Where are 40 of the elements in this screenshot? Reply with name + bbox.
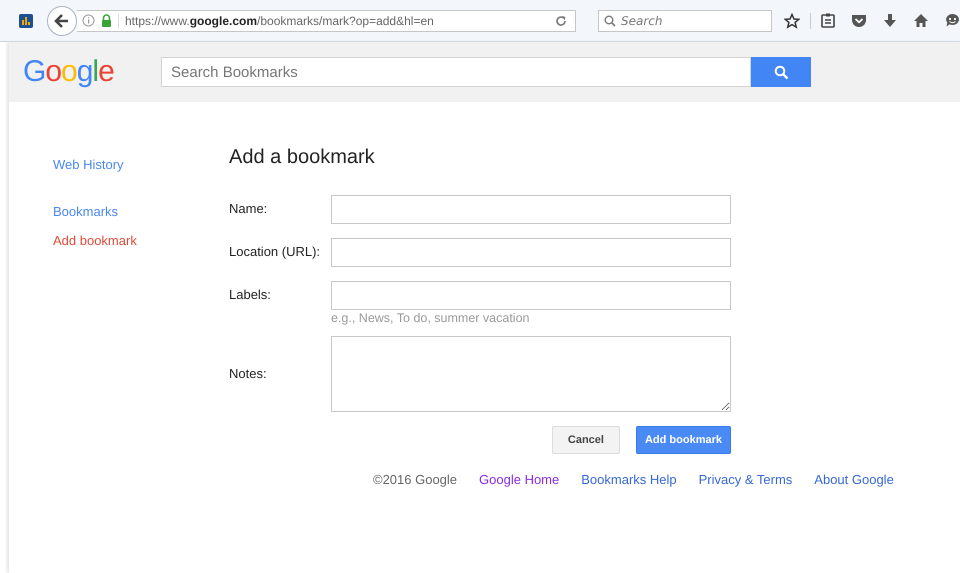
footer-link[interactable]: Google Home [479,472,560,487]
footer-link[interactable]: About Google [814,472,894,487]
download-icon[interactable] [883,13,897,28]
app-icon[interactable] [19,14,33,28]
field-label: Labels: [229,286,272,304]
field-label: Name: [229,200,268,218]
url-text: https://www.google.com/bookmarks/mark?op=add&hl=en [118,14,549,28]
footer-link[interactable]: Bookmarks Help [581,472,677,487]
input-field[interactable] [331,238,731,267]
input-field[interactable] [331,281,731,310]
home-icon[interactable] [913,13,929,28]
sidebar-link[interactable]: Web History [53,157,124,172]
field-label: Location (URL): [229,243,322,261]
reading-list-icon[interactable] [821,13,835,28]
back-arrow-icon [54,12,70,28]
reload-icon[interactable] [555,14,567,26]
search-icon [604,14,616,26]
pocket-icon[interactable] [851,13,867,28]
field-hint: e.g., News, To do, summer vacation [331,311,530,324]
search-icon [774,64,788,80]
lock-icon [101,14,112,27]
cancel-button[interactable]: Cancel [552,426,620,454]
sidebar-link[interactable]: Add bookmark [53,233,137,248]
field-label: Notes: [229,365,268,383]
star-icon[interactable] [784,12,800,28]
footer-link[interactable]: Privacy & Terms [698,472,792,487]
page-title: Add a bookmark [229,146,376,169]
search-field[interactable]: Search [598,10,772,32]
notes-field[interactable] [331,336,731,412]
address-bar[interactable]: https://www.google.com/bookmarks/mark?op=add&hl=en [77,10,576,32]
chat-icon[interactable] [945,13,960,28]
copyright-text: ©2016 Google [373,472,458,487]
input-field[interactable] [331,195,731,224]
add-bookmark-button[interactable]: Add bookmark [636,426,731,454]
info-icon[interactable] [82,14,95,27]
back-button[interactable] [47,6,77,36]
search-field[interactable]: Search Bookmarks [161,57,751,87]
google-logo[interactable]: Google [23,55,161,89]
search-button[interactable] [751,57,811,87]
sidebar-link[interactable]: Bookmarks [53,204,118,219]
